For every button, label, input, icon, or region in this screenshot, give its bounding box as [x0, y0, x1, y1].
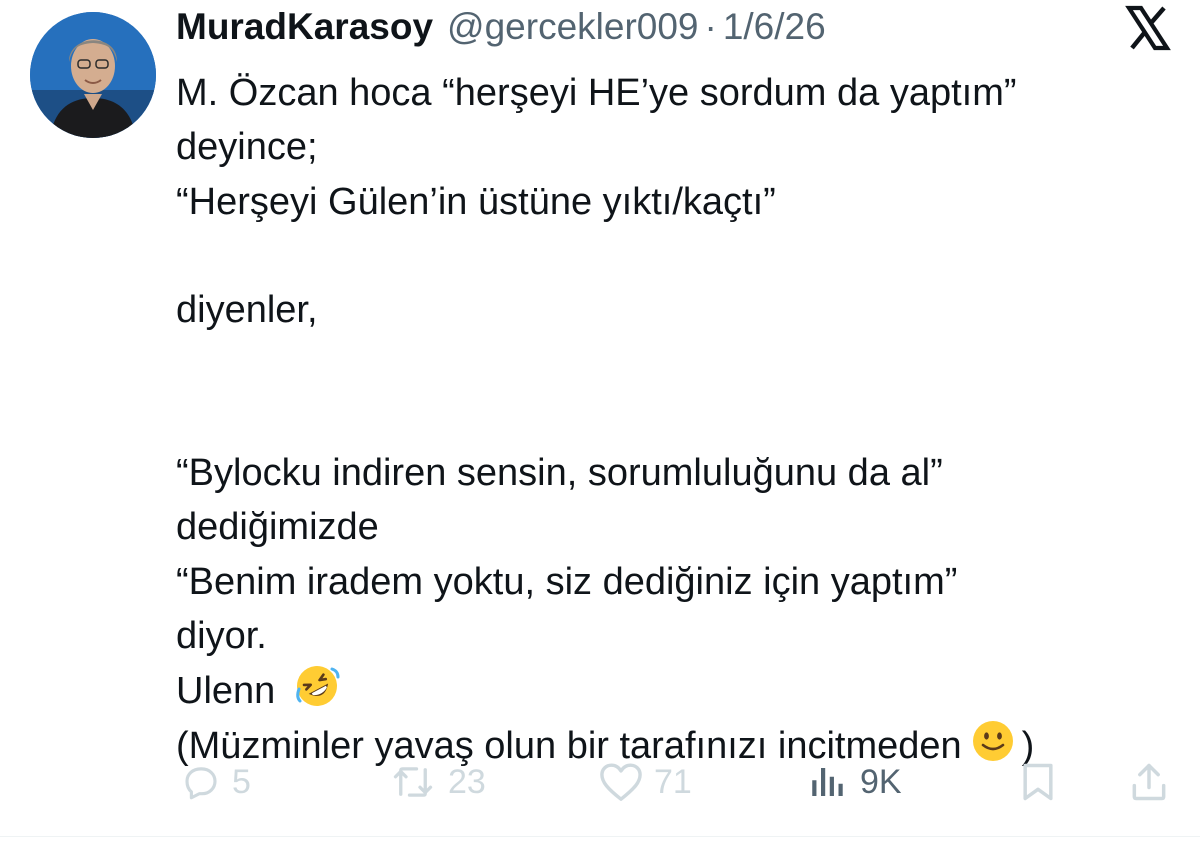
- share-icon: [1132, 763, 1166, 801]
- bookmark-button[interactable]: [1018, 752, 1058, 812]
- bookmark-icon: [1023, 763, 1053, 801]
- reply-button[interactable]: 5: [180, 752, 251, 812]
- tweet-line: “Benim iradem yoktu, siz dediğiniz için …: [176, 560, 958, 603]
- repost-count: 23: [448, 762, 486, 801]
- tweet-line: diyor.: [176, 614, 267, 657]
- header-separator: ·: [704, 6, 717, 47]
- tweet-header: MuradKarasoy @gercekler009 · 1/6/26: [176, 6, 826, 56]
- tweet-line: “Bylocku indiren sensin, sorumluluğunu d…: [176, 452, 943, 495]
- reply-icon: [185, 767, 217, 800]
- tweet-line: M. Özcan hoca “herşeyi HE’ye sordum da y…: [176, 72, 1017, 114]
- like-button[interactable]: 71: [598, 752, 692, 812]
- reply-count: 5: [232, 762, 251, 801]
- tweet-actions: 5 23 71 9K: [0, 752, 1200, 812]
- tweet-line: dediğimizde: [176, 506, 379, 549]
- views-icon: [812, 768, 843, 796]
- tweet-line: deyince;: [176, 126, 318, 169]
- views-count: 9K: [860, 762, 902, 801]
- avatar[interactable]: [30, 12, 156, 138]
- tweet-text: M. Özcan hoca “herşeyi HE’ye sordum da y…: [176, 66, 1176, 772]
- tweet-line: “Herşeyi Gülen’in üstüne yıktı/kaçtı”: [176, 180, 776, 223]
- share-button[interactable]: [1128, 752, 1170, 812]
- views-button[interactable]: 9K: [806, 752, 902, 812]
- tweet-line: Ulenn: [176, 663, 1176, 717]
- user-handle[interactable]: @gercekler009: [447, 6, 698, 48]
- avatar-photo: [30, 12, 156, 138]
- x-logo-icon: [1124, 4, 1172, 52]
- like-count: 71: [654, 762, 692, 801]
- repost-button[interactable]: 23: [388, 752, 486, 812]
- repost-icon: [393, 767, 433, 797]
- divider: [0, 836, 1200, 837]
- heart-icon: [600, 763, 642, 801]
- tweet-line: diyenler,: [176, 289, 318, 332]
- tweet-date[interactable]: 1/6/26: [723, 6, 826, 48]
- tweet-line-text: Ulenn: [176, 670, 276, 713]
- display-name[interactable]: MuradKarasoy: [176, 6, 433, 48]
- rolling-laughing-emoji-icon: [294, 663, 340, 724]
